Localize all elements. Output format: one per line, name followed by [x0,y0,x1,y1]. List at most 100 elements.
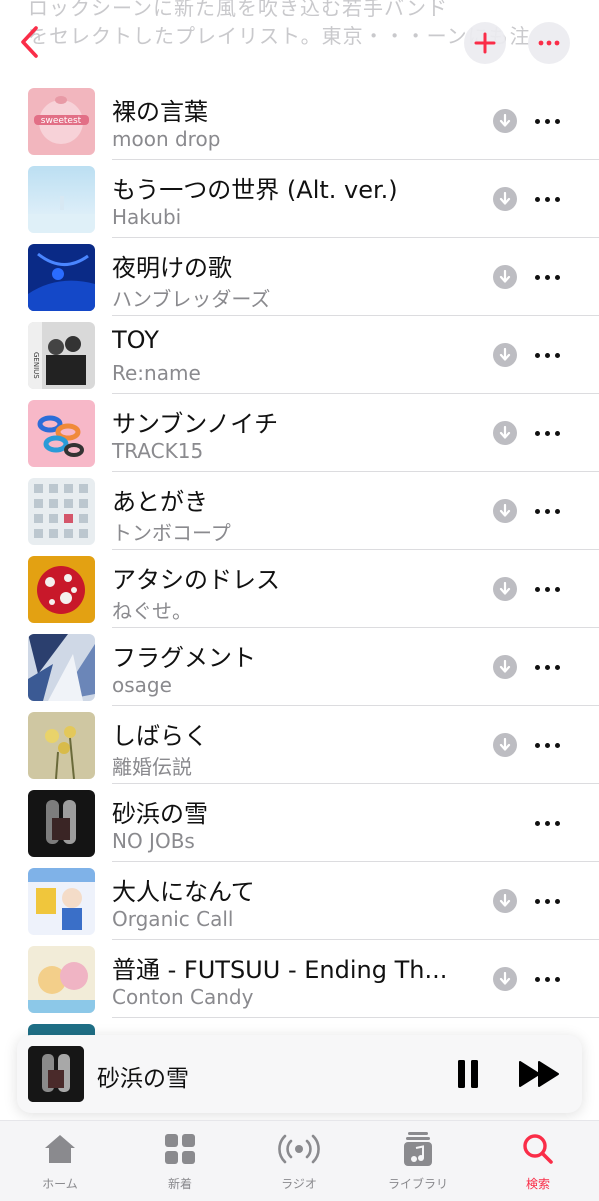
now-playing-title: 砂浜の雪 [97,1066,189,1092]
tab-home[interactable]: ホーム [10,1131,110,1192]
mini-player[interactable]: 砂浜の雪 [17,1035,582,1113]
download-button[interactable] [493,889,517,913]
download-button[interactable] [493,187,517,211]
track-more-button[interactable] [532,108,564,134]
track-row[interactable]: もう一つの世界 (Alt. ver.) Hakubi [0,160,599,238]
download-button[interactable] [493,733,517,757]
track-title: サンブンノイチ [112,410,279,438]
pause-button[interactable] [453,1058,483,1090]
tab-radio[interactable]: ラジオ [249,1131,349,1192]
track-artist: 離婚伝説 [112,755,192,779]
download-button[interactable] [493,499,517,523]
add-to-library-button[interactable] [464,22,506,64]
download-button[interactable] [493,577,517,601]
pause-icon [458,1060,478,1088]
library-icon [404,1132,432,1166]
album-artwork [28,556,95,623]
tab-new[interactable]: 新着 [130,1131,230,1192]
track-row[interactable]: GENIUS TOY Re:name [0,316,599,394]
track-artist: ねぐせ。 [112,599,192,623]
track-more-button[interactable] [532,966,564,992]
track-more-button[interactable] [532,264,564,290]
track-more-button[interactable] [532,810,564,836]
track-title: アタシのドレス [112,566,280,594]
track-more-button[interactable] [532,576,564,602]
album-artwork [28,712,95,779]
track-artist: Re:name [112,361,201,385]
track-artist: Hakubi [112,205,182,229]
track-row[interactable]: 大人になんて Organic Call [0,862,599,940]
track-more-button[interactable] [532,420,564,446]
download-arrow-icon [499,738,511,751]
track-more-button[interactable] [532,186,564,212]
tab-search[interactable]: 検索 [488,1131,588,1192]
navigation-header: ロックシーンに新た風を吹き込む若手バンド をセレクトしたプレイリスト。東京・・・… [0,0,599,75]
download-button[interactable] [493,109,517,133]
track-row[interactable]: アタシのドレス ねぐせ。 [0,550,599,628]
album-artwork: GENIUS [28,322,95,389]
track-artist: Organic Call [112,907,234,931]
album-artwork [28,868,95,935]
track-more-button[interactable] [532,732,564,758]
tab-label: 新着 [167,1177,192,1191]
track-more-button[interactable] [532,498,564,524]
album-artwork: sweetest [28,88,95,155]
track-title: 普通 - FUTSUU - Ending Th... [112,956,448,984]
album-artwork [28,790,95,857]
track-artist: ハンブレッダーズ [112,287,271,311]
track-title: 砂浜の雪 [112,800,208,828]
download-arrow-icon [499,504,511,517]
download-button[interactable] [493,421,517,445]
track-row[interactable]: 普通 - FUTSUU - Ending Th... Conton Candy [0,940,599,1018]
track-artist: osage [112,673,172,697]
forward-icon [519,1061,559,1087]
track-row[interactable]: サンブンノイチ TRACK15 [0,394,599,472]
chevron-left-icon [21,26,38,58]
album-artwork [28,244,95,311]
track-row[interactable]: 夜明けの歌 ハンブレッダーズ [0,238,599,316]
track-artist: トンボコープ [112,521,231,545]
playlist-description-line-1: ロックシーンに新た風を吹き込む若手バンド [28,0,448,20]
track-row[interactable]: sweetest 裸の言葉 moon drop [0,82,599,160]
download-button[interactable] [493,343,517,367]
track-title: TOY [112,326,159,354]
track-artist: TRACK15 [112,439,204,463]
track-row[interactable]: あとがき トンボコープ [0,472,599,550]
home-icon [45,1135,75,1163]
search-icon [523,1134,553,1164]
download-arrow-icon [499,972,511,985]
download-arrow-icon [499,582,511,595]
track-title: あとがき [112,488,208,516]
track-title: 夜明けの歌 [112,254,232,282]
track-row[interactable]: しばらく 離婚伝説 [0,706,599,784]
tab-library[interactable]: ライブラリ [368,1131,468,1192]
download-arrow-icon [499,348,511,361]
tab-label: ライブラリ [387,1177,448,1191]
track-artist: NO JOBs [112,829,195,853]
track-more-button[interactable] [532,654,564,680]
track-more-button[interactable] [532,888,564,914]
back-button[interactable] [12,24,48,60]
track-list[interactable]: sweetest 裸の言葉 moon drop もう一つの世界 (Alt. ve… [0,82,599,1042]
download-arrow-icon [499,894,511,907]
track-title: もう一つの世界 (Alt. ver.) [112,176,398,204]
download-button[interactable] [493,655,517,679]
track-row[interactable]: フラグメント osage [0,628,599,706]
svg-text:sweetest: sweetest [41,116,82,126]
track-title: フラグメント [112,644,256,672]
svg-text:GENIUS: GENIUS [32,352,40,379]
download-arrow-icon [499,660,511,673]
track-more-button[interactable] [532,342,564,368]
track-title: 裸の言葉 [112,98,208,126]
more-options-button[interactable] [528,22,570,64]
track-title: しばらく [112,722,208,750]
download-button[interactable] [493,967,517,991]
tab-bar: ホーム 新着 ラジオ ライブラリ 検索 [0,1120,599,1201]
download-arrow-icon [499,270,511,283]
track-title: 大人になんて [112,878,255,906]
album-artwork [28,478,95,545]
album-artwork [28,634,95,701]
next-track-button[interactable] [518,1059,562,1089]
track-row[interactable]: 砂浜の雪 NO JOBs [0,784,599,862]
download-button[interactable] [493,265,517,289]
